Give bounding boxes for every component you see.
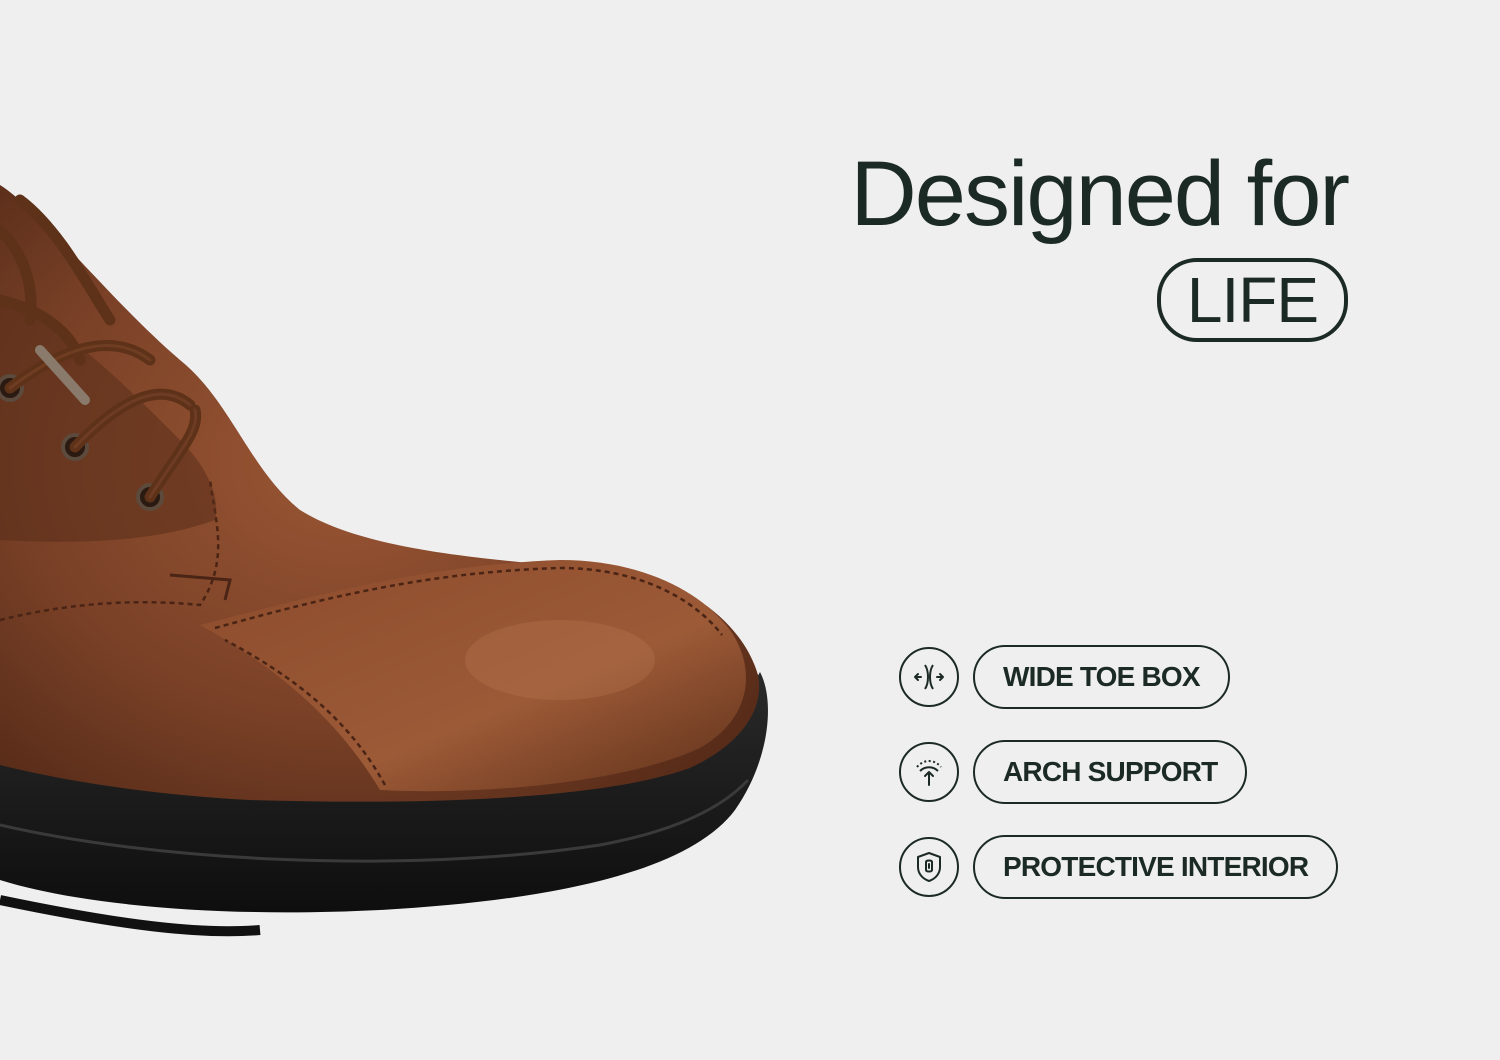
wide-toe-box-icon — [899, 647, 959, 707]
feature-item-wide-toe-box: WIDE TOE BOX — [899, 645, 1338, 709]
feature-label: WIDE TOE BOX — [973, 645, 1230, 709]
feature-list: WIDE TOE BOX ARCH SUPPORT PROTECTIVE INT… — [899, 645, 1339, 930]
feature-item-protective-interior: PROTECTIVE INTERIOR — [899, 835, 1339, 899]
feature-item-arch-support: ARCH SUPPORT — [899, 740, 1338, 804]
shoe-product-image — [0, 0, 820, 1060]
arch-support-icon — [899, 742, 959, 802]
headline: Designed for LIFE — [850, 143, 1350, 342]
headline-pill-badge: LIFE — [1156, 258, 1348, 342]
shoe-illustration — [0, 185, 768, 937]
feature-label: PROTECTIVE INTERIOR — [973, 835, 1339, 899]
headline-title: Designed for — [850, 143, 1350, 245]
feature-label: ARCH SUPPORT — [973, 740, 1248, 804]
shield-icon — [899, 837, 959, 897]
